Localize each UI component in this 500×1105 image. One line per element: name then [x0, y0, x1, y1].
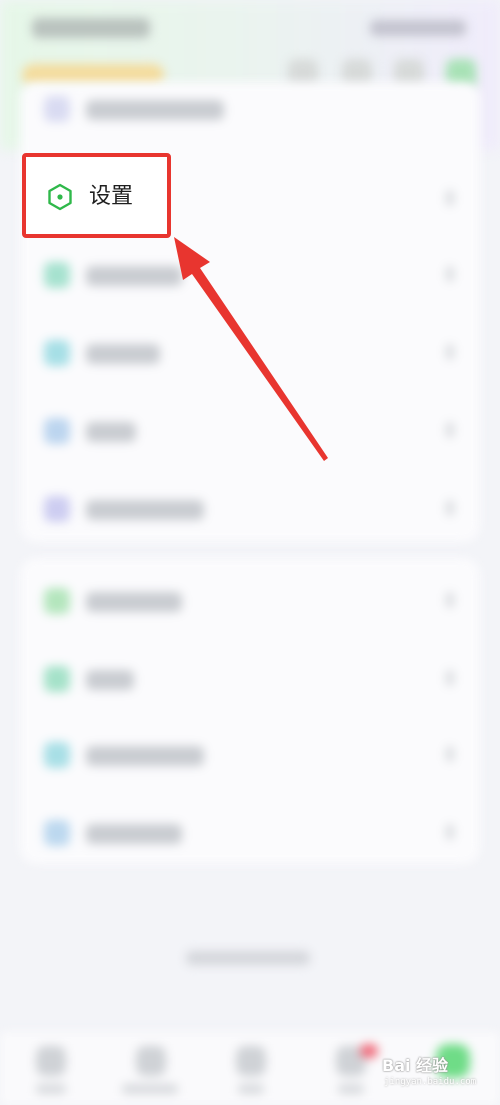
menu-item-label: [86, 100, 224, 120]
list-item[interactable]: [20, 470, 480, 548]
settings-label: 设置: [89, 184, 134, 209]
list-item[interactable]: [20, 640, 480, 718]
chevron-right-icon: [446, 746, 454, 762]
menu-item-icon: [44, 742, 70, 768]
chevron-right-icon: [446, 592, 454, 608]
menu-item-icon: [44, 496, 70, 522]
baidu-watermark: Bai 经验: [382, 1056, 449, 1075]
menu-item-label: [86, 746, 204, 766]
notification-badge: [360, 1044, 378, 1058]
menu-card-primary: [20, 82, 480, 542]
status-time: [32, 18, 150, 38]
nav-label: [238, 1084, 264, 1094]
chevron-right-icon: [446, 824, 454, 840]
nav-discover-icon[interactable]: [136, 1046, 166, 1076]
nav-label: [338, 1084, 364, 1094]
list-item[interactable]: [20, 794, 480, 872]
menu-item-icon: [44, 340, 70, 366]
nav-home-icon[interactable]: [36, 1046, 66, 1076]
hexagon-settings-icon: [48, 183, 72, 211]
list-item[interactable]: [20, 716, 480, 794]
chevron-right-icon: [446, 670, 454, 686]
menu-card-secondary: [20, 558, 480, 864]
menu-item-icon: [44, 666, 70, 692]
menu-item-icon: [44, 418, 70, 444]
chevron-right-icon: [446, 266, 454, 282]
list-item[interactable]: [20, 70, 480, 148]
menu-item-label: [86, 422, 136, 442]
menu-item-label: [86, 500, 204, 520]
menu-item-icon: [44, 588, 70, 614]
menu-item-label: [86, 592, 182, 612]
menu-item-label: [86, 344, 160, 364]
list-item[interactable]: [20, 562, 480, 640]
list-item[interactable]: [20, 392, 480, 470]
chevron-right-icon: [446, 190, 454, 206]
nav-shop-icon[interactable]: [236, 1046, 266, 1076]
menu-item-label: [86, 670, 134, 690]
nav-label: [36, 1084, 66, 1094]
menu-item-icon: [44, 262, 70, 288]
list-item[interactable]: [20, 236, 480, 314]
baidu-watermark-url: jingyan.baidu.com: [384, 1077, 477, 1087]
chevron-right-icon: [446, 500, 454, 516]
status-bar: [0, 0, 500, 56]
settings-menu-item[interactable]: 设置: [22, 153, 171, 238]
menu-item-icon: [44, 820, 70, 846]
menu-item-label: [86, 824, 182, 844]
list-item[interactable]: [20, 314, 480, 392]
footer-text: [186, 951, 310, 965]
menu-item-icon: [44, 96, 70, 122]
nav-label: [122, 1084, 178, 1094]
chevron-right-icon: [446, 344, 454, 360]
chevron-right-icon: [446, 422, 454, 438]
menu-item-label: [86, 266, 182, 286]
status-indicators: [370, 20, 466, 36]
